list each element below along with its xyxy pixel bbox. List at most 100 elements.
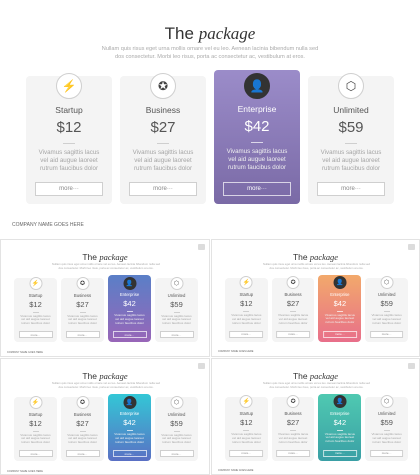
thumbnail-slide-4[interactable]: The package Nullam quis risus eget urna m… <box>211 358 420 475</box>
plan-name: Unlimited <box>167 292 186 298</box>
plan-description: Vivamus sagittis lacus vel aid augue laor… <box>365 432 408 445</box>
plan-card-unlimited: ⬡ Unlimited $59 Vivamus sagittis lacus vel a… <box>365 395 409 461</box>
more-button[interactable]: more··· <box>322 330 357 338</box>
slide-select-marker[interactable] <box>198 244 205 250</box>
more-button[interactable]: more··· <box>18 450 53 457</box>
plan-card-enterprise: 👤 Enterprise $42 Vivamus sagittis lacus vel … <box>318 274 362 342</box>
more-button[interactable]: more··· <box>229 449 264 457</box>
plan-description: Vivamus sagittis lacus vel aid augue laor… <box>225 432 268 445</box>
description-line: vel aid augue laoreet <box>322 156 380 164</box>
plan-price: $59 <box>380 418 393 428</box>
more-button[interactable]: more··· <box>223 182 291 196</box>
slide-title: The package <box>1 371 209 381</box>
more-button[interactable]: more··· <box>159 450 194 457</box>
description-line: Vivamus sagittis lacus <box>320 149 382 156</box>
slide-select-marker[interactable] <box>408 363 415 369</box>
box-icon: ⬡ <box>338 73 364 99</box>
thumbnail-slide-1[interactable]: The package Nullam quis risus eget urna m… <box>0 239 210 357</box>
plan-description: Vivamus sagittis lacus vel aid augue laor… <box>155 314 198 327</box>
divider <box>173 430 180 432</box>
slide-title: The package <box>212 252 419 262</box>
company-footer: COMPANY NAME GOES HERE <box>217 350 254 354</box>
plan-price: $42 <box>333 298 347 308</box>
divider <box>383 311 390 313</box>
slide-select-marker[interactable] <box>198 363 205 369</box>
plan-card-enterprise: 👤 Enterprise $42 Vivamus sagittis lacus vel … <box>108 394 151 461</box>
plan-card-startup: ⚡ Startup $12 Vivamus sagittis lacus vel aid… <box>224 276 268 342</box>
slide-subtitle: Nullam quis risus eget urna mollis ornar… <box>242 381 391 390</box>
plan-description: Vivamus sagittis lacus vel aid augue laor… <box>318 432 361 445</box>
plan-description: Vivamus sagittis lacus vel aid augue laor… <box>155 433 198 446</box>
more-button[interactable]: more··· <box>322 449 357 457</box>
plan-card-business: ✪ Business $27 Vivamus sagittis lacus vel ai… <box>61 395 104 461</box>
title-italic: package <box>99 371 128 381</box>
divider <box>290 430 297 432</box>
award-ribbon-icon: ✪ <box>286 276 300 290</box>
plan-card-startup: ⚡ Startup $12 Vivamus sagittis lacus vel aid… <box>26 73 112 204</box>
box-icon: ⬡ <box>170 395 183 409</box>
description-line: rutrum faucibus dolor <box>20 440 51 445</box>
plan-card-unlimited: ⬡ Unlimited $59 Vivamus sagittis lacus vel a… <box>308 73 394 204</box>
description-line: rutrum faucibus dolor <box>231 320 261 325</box>
divider <box>32 430 39 432</box>
divider <box>126 311 133 312</box>
thumbnail-slide-2[interactable]: The package Nullam quis risus eget urna m… <box>211 239 420 357</box>
more-button[interactable]: more··· <box>276 330 311 338</box>
title-plain: The <box>164 24 194 43</box>
title-plain: The <box>292 370 308 381</box>
box-icon: ⬡ <box>380 276 394 290</box>
slide-subtitle: Nullam quis risus eget urna mollis ornar… <box>60 46 360 61</box>
plan-card-business: ✪ Business $27 Vivamus sagittis lacus vel ai… <box>271 395 315 461</box>
plan-name: Unlimited <box>167 411 186 417</box>
more-button[interactable]: more··· <box>276 449 311 457</box>
more-button[interactable]: more··· <box>112 331 147 338</box>
plan-card-enterprise: 👤 Enterprise $42 Vivamus sagittis lacus vel … <box>318 393 362 461</box>
description-line: rutrum faucibus dolor <box>372 439 402 444</box>
description-line: rutrum faucibus dolor <box>114 439 145 444</box>
thumbnail-slide-3[interactable]: The package Nullam quis risus eget urna m… <box>0 358 210 475</box>
more-button[interactable]: more··· <box>317 182 385 196</box>
main-slide: The package Nullam quis risus eget urna m… <box>0 0 420 234</box>
plan-name: Unlimited <box>377 292 396 298</box>
plan-name: Business <box>73 292 92 298</box>
more-button[interactable]: more··· <box>18 331 53 338</box>
divider <box>290 311 297 313</box>
plan-price: $42 <box>333 417 347 427</box>
more-button[interactable]: more··· <box>229 330 264 338</box>
slide-select-marker[interactable] <box>408 244 415 250</box>
title-italic: package <box>309 370 339 381</box>
plan-name: Enterprise <box>119 411 140 416</box>
description-line: rutrum faucibus dolor <box>278 320 308 325</box>
plan-name: Startup <box>239 292 254 298</box>
more-button[interactable]: more··· <box>369 449 404 457</box>
plan-card-unlimited: ⬡ Unlimited $59 Vivamus sagittis lacus vel a… <box>365 276 409 342</box>
box-icon: ⬡ <box>380 395 394 409</box>
more-button[interactable]: more··· <box>112 450 147 457</box>
plan-description: Vivamus sagittis lacus vel aid augue laor… <box>26 149 112 172</box>
plan-card-business: ✪ Business $27 Vivamus sagittis lacus vel ai… <box>120 73 206 204</box>
divider <box>79 430 86 432</box>
more-button[interactable]: more··· <box>159 331 194 338</box>
more-button[interactable]: more··· <box>65 331 100 338</box>
description-line: rutrum faucibus dolor <box>372 320 402 325</box>
more-button[interactable]: more··· <box>129 182 197 196</box>
plan-card-startup: ⚡ Startup $12 Vivamus sagittis lacus vel aid… <box>224 395 268 461</box>
user-icon: 👤 <box>333 276 347 290</box>
plan-description: Vivamus sagittis lacus vel aid augue laor… <box>108 432 151 445</box>
more-button[interactable]: more··· <box>35 182 103 196</box>
lightning-icon: ⚡ <box>239 276 253 290</box>
description-line: rutrum faucibus dolor <box>161 440 192 445</box>
subtitle-line: dos consectetur. Morbi leo risus, porta … <box>269 265 364 270</box>
plan-name: Enterprise <box>237 104 277 114</box>
plan-description: Vivamus sagittis lacus vel aid augue laor… <box>272 313 315 326</box>
description-line: rutrum faucibus dolor <box>325 320 355 325</box>
more-button[interactable]: more··· <box>65 450 100 457</box>
description-line: rutrum faucibus dolor <box>325 439 355 444</box>
plan-price: $27 <box>76 299 89 309</box>
plan-name: Enterprise <box>119 292 140 297</box>
title-plain: The <box>82 371 97 381</box>
slide-title: The package <box>0 24 420 44</box>
plan-card-startup: ⚡ Startup $12 Vivamus sagittis lacus vel aid… <box>14 395 57 461</box>
plan-price: $59 <box>338 119 364 136</box>
more-button[interactable]: more··· <box>369 330 404 338</box>
